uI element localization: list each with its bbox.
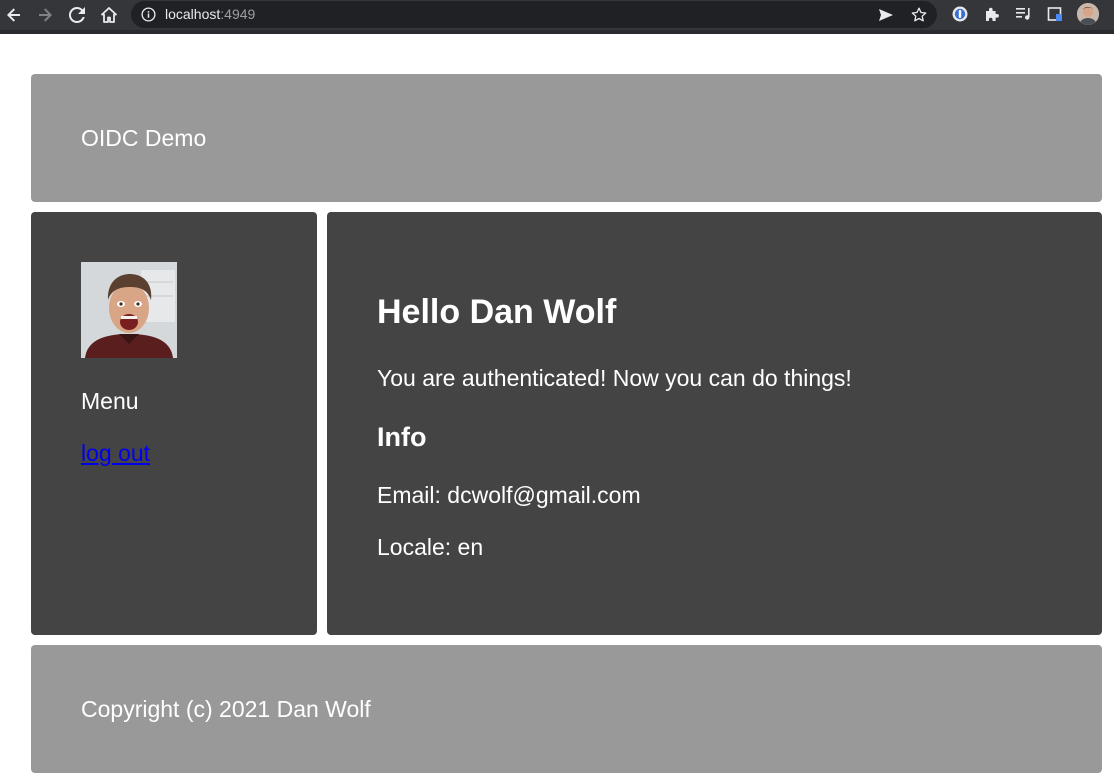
bookmark-star-icon[interactable] [908,4,930,26]
back-arrow-icon[interactable] [2,3,26,27]
site-info-icon[interactable] [141,7,156,22]
info-heading: Info [377,422,427,452]
address-bar[interactable]: localhost:4949 [131,1,937,28]
url-host: localhost [165,6,221,22]
toolbar-divider [0,30,1114,34]
media-control-icon[interactable] [1013,3,1035,25]
main-content: Hello Dan Wolf You are authenticated! No… [327,212,1102,635]
logout-link[interactable]: log out [81,440,150,466]
sidebar: Menu log out [31,212,317,635]
auth-status-text: You are authenticated! Now you can do th… [377,365,852,391]
page-footer: Copyright (c) 2021 Dan Wolf [31,645,1102,773]
email-info: Email: dcwolf@gmail.com [377,482,641,508]
reading-list-icon[interactable] [1044,3,1066,25]
greeting-heading: Hello Dan Wolf [377,293,617,331]
page-header: OIDC Demo [31,74,1102,202]
browser-toolbar: localhost:4949 [0,0,1114,30]
profile-avatar-icon[interactable] [1077,3,1099,25]
reload-icon[interactable] [65,3,89,27]
locale-info: Locale: en [377,534,484,560]
menu-heading: Menu [81,388,139,414]
copyright-text: Copyright (c) 2021 Dan Wolf [81,696,371,722]
user-avatar [81,262,177,358]
site-title: OIDC Demo [81,125,207,151]
url-port: :4949 [220,6,256,22]
home-icon[interactable] [97,3,121,27]
password-extension-icon[interactable] [949,3,971,25]
send-tab-icon[interactable] [875,4,897,26]
forward-arrow-icon[interactable] [33,3,57,27]
extensions-puzzle-icon[interactable] [981,3,1003,25]
url-text: localhost:4949 [165,6,255,23]
